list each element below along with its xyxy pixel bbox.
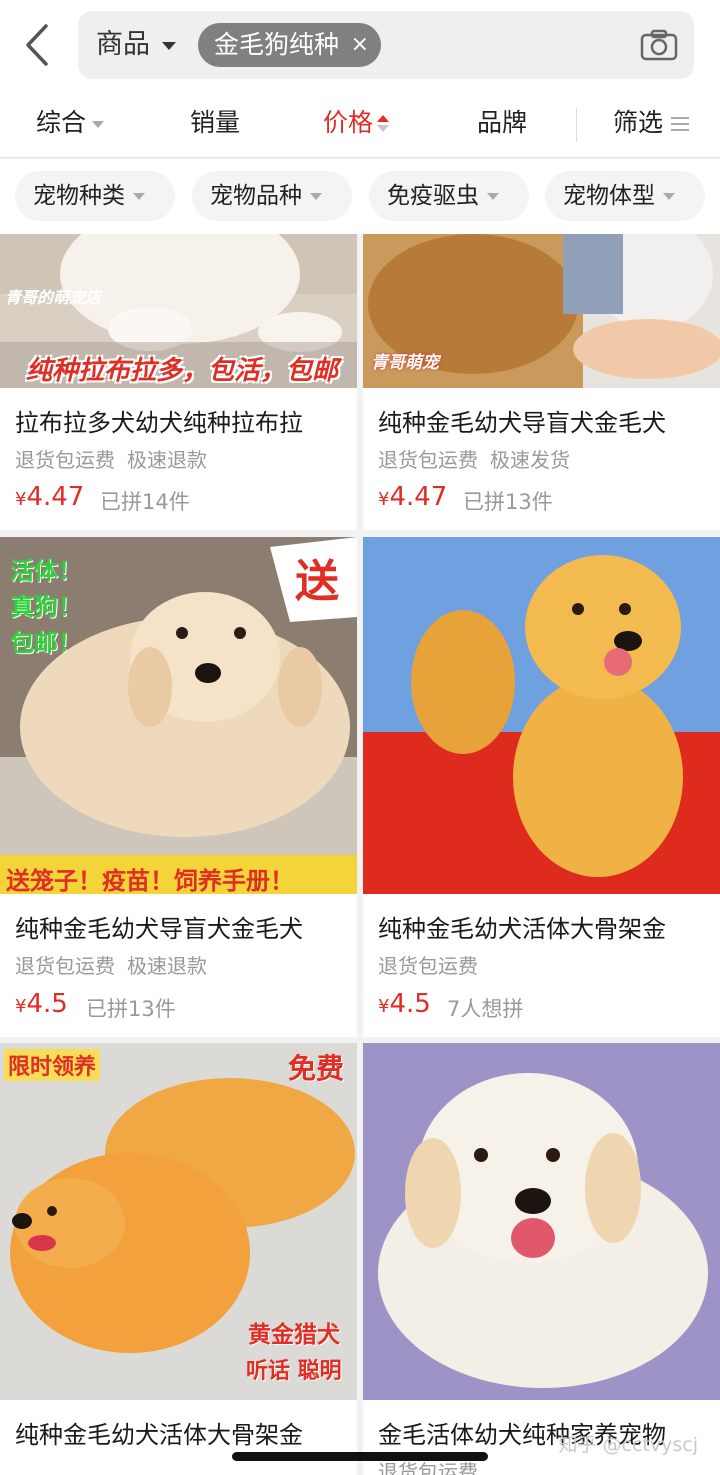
product-price: ¥4.47 (378, 482, 447, 512)
sort-tab-sales[interactable]: 销量 (190, 90, 240, 158)
product-card[interactable]: 纯种金毛幼犬活体大骨架金 退货包运费 ¥4.5 7人想拼 (363, 537, 720, 1037)
product-sold-count: 7人想拼 (447, 997, 524, 1021)
back-arrow-icon[interactable] (18, 22, 58, 68)
clear-query-icon[interactable]: × (351, 23, 369, 67)
product-image-label: 限时领养 (4, 1049, 101, 1081)
product-title: 纯种金毛幼犬导盲犬金毛犬 (15, 915, 303, 943)
filter-pill-immunization[interactable]: 免疫驱虫 (369, 171, 529, 221)
sort-direction-icon (377, 115, 390, 133)
sort-tab-label: 综合 (36, 108, 87, 137)
sort-divider (576, 108, 577, 142)
sort-tab-price[interactable]: 价格 (323, 90, 390, 158)
tag: 退货包运费 (15, 448, 115, 472)
sort-tab-brand[interactable]: 品牌 (477, 90, 527, 158)
product-card[interactable]: 青哥萌宠 纯种金毛幼犬导盲犬金毛犬 退货包运费 极速发货 ¥4.47 已拼13件 (363, 234, 720, 530)
tag: 极速退款 (127, 448, 207, 472)
product-image-label: 活体！ (10, 557, 82, 585)
dropdown-caret-icon (310, 193, 322, 200)
currency-symbol: ¥ (15, 489, 27, 510)
tag: 极速退款 (127, 954, 207, 978)
product-tags: 退货包运费 极速退款 (15, 444, 219, 473)
tag: 极速发货 (490, 448, 570, 472)
camera-icon[interactable] (640, 29, 678, 61)
dropdown-caret-icon (487, 193, 499, 200)
dropdown-caret-icon (133, 193, 145, 200)
scope-caret-icon (162, 42, 176, 50)
price-value: 4.5 (26, 989, 68, 1019)
product-image-white-golden-puppy (363, 1043, 720, 1400)
filter-pill-pet-breed[interactable]: 宠物品种 (192, 171, 352, 221)
product-image-label: 免费 (288, 1052, 345, 1085)
tag: 退货包运费 (378, 448, 478, 472)
sort-tab-label: 品牌 (477, 108, 528, 137)
product-sold-count: 已拼13件 (86, 997, 176, 1021)
product-card[interactable]: 金毛活体幼犬纯种家养宠物 退货包运费 (363, 1043, 720, 1475)
filter-pill-pet-type[interactable]: 宠物种类 (15, 171, 175, 221)
product-title: 纯种金毛幼犬活体大骨架金 (15, 1421, 303, 1449)
sort-tab-label: 价格 (323, 108, 374, 137)
product-image-label: 真狗！ (10, 593, 82, 621)
pill-label: 宠物品种 (210, 183, 302, 209)
sort-tab-filter[interactable]: 筛选 (613, 90, 690, 158)
currency-symbol: ¥ (15, 996, 27, 1017)
product-image-label: 送 (295, 556, 339, 607)
product-image-two-golden-puppies (363, 537, 720, 894)
currency-symbol: ¥ (378, 489, 390, 510)
dropdown-caret-icon (663, 193, 675, 200)
home-indicator[interactable] (232, 1452, 488, 1461)
currency-symbol: ¥ (378, 996, 390, 1017)
product-tags: 退货包运费 极速发货 (378, 444, 582, 473)
pill-label: 宠物体型 (563, 183, 655, 209)
product-image-label: 青哥的萌宠店 (5, 288, 102, 307)
product-tags: 退货包运费 (378, 950, 490, 979)
product-price: ¥4.5 (378, 989, 431, 1019)
tag: 退货包运费 (378, 1460, 478, 1475)
search-box[interactable]: 商品 金毛狗纯种 × (78, 11, 694, 79)
product-price: ¥4.5 (15, 989, 68, 1019)
product-image-label: 黄金猎犬 (248, 1322, 340, 1348)
search-scope-selector[interactable]: 商品 (96, 11, 150, 79)
product-image-label: 包邮！ (10, 629, 82, 657)
sort-tab-comprehensive[interactable]: 综合 (36, 90, 105, 158)
watermark: 知乎 @cctvyscj (558, 1434, 699, 1456)
search-query-text: 金毛狗纯种 (214, 30, 340, 59)
tag: 退货包运费 (15, 954, 115, 978)
product-card[interactable]: 限时领养 免费 黄金猎犬 听话 聪明 纯种金毛幼犬活体大骨架金 (0, 1043, 357, 1475)
product-title: 拉布拉多犬幼犬纯种拉布拉 (15, 409, 303, 437)
filter-pill-pet-size[interactable]: 宠物体型 (545, 171, 705, 221)
product-card[interactable]: 青哥的萌宠店 纯种拉布拉多，包活，包邮 拉布拉多犬幼犬纯种拉布拉 退货包运费 极速… (0, 234, 357, 530)
product-image-label: 送笼子！疫苗！饲养手册！ (6, 867, 294, 895)
product-image-label: 纯种拉布拉多，包活，包邮 (26, 356, 339, 386)
pill-label: 免疫驱虫 (387, 183, 479, 209)
price-value: 4.5 (389, 989, 431, 1019)
sort-tab-label: 销量 (190, 108, 241, 137)
filter-pills: 宠物种类 宠物品种 免疫驱虫 宠物体型 (0, 159, 720, 234)
dropdown-caret-icon (92, 120, 105, 128)
price-value: 4.47 (389, 482, 448, 512)
product-tags: 退货包运费 极速退款 (15, 950, 219, 979)
product-image-label: 青哥萌宠 (371, 353, 439, 373)
tag: 退货包运费 (378, 954, 478, 978)
filter-menu-icon (671, 117, 690, 131)
product-image-label: 听话 聪明 (246, 1359, 342, 1384)
product-title: 纯种金毛幼犬活体大骨架金 (378, 915, 666, 943)
product-card[interactable]: 活体！ 真狗！ 包邮！ 送 送笼子！疫苗！饲养手册！ 纯种金毛幼犬导盲犬金毛犬 … (0, 537, 357, 1037)
price-value: 4.47 (26, 482, 85, 512)
sort-tab-label: 筛选 (613, 108, 664, 137)
product-sold-count: 已拼14件 (100, 490, 190, 514)
product-sold-count: 已拼13件 (463, 490, 553, 514)
top-bar: 商品 金毛狗纯种 × (0, 0, 720, 90)
search-query-chip[interactable]: 金毛狗纯种 × (198, 23, 382, 67)
pill-label: 宠物种类 (33, 183, 125, 209)
product-price: ¥4.47 (15, 482, 84, 512)
product-title: 纯种金毛幼犬导盲犬金毛犬 (378, 409, 666, 437)
sort-bar: 综合 销量 价格 品牌 筛选 (0, 90, 720, 158)
